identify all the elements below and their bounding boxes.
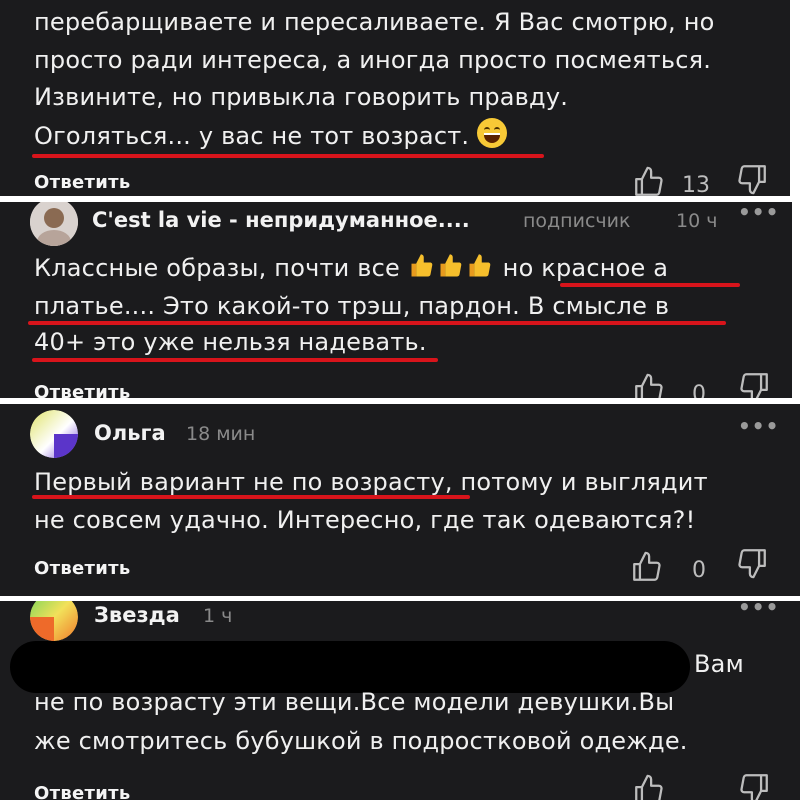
comment-time: 1 ч <box>203 605 233 627</box>
comment-text-line: не совсем удачно. Интересно, где так оде… <box>34 506 696 534</box>
comment-text-segment: Классные образы, почти все <box>34 254 400 282</box>
avatar-gradient-icon <box>30 410 78 458</box>
thumbs-up-icon[interactable] <box>632 165 666 196</box>
reply-button[interactable]: Ответить <box>34 172 131 193</box>
thumbs-down-icon[interactable] <box>737 370 771 398</box>
red-underline-annotation <box>560 283 740 287</box>
reply-button[interactable]: Ответить <box>34 558 131 579</box>
thumbs-up-icon[interactable] <box>630 550 664 584</box>
thumbs-up-icon[interactable] <box>632 773 666 800</box>
like-count: 0 <box>692 382 706 398</box>
comment-text-line: перебарщиваете и пересаливаете. Я Вас см… <box>34 8 715 36</box>
comment-card-3: Ольга 18 мин ••• Первый вариант не по во… <box>0 404 800 596</box>
reply-button[interactable]: Ответить <box>34 382 131 398</box>
comment-text-highlighted: Оголяться... у вас не тот возраст. <box>34 122 470 150</box>
more-dots-icon[interactable]: ••• <box>738 601 779 619</box>
comment-text-line: Вам <box>694 650 744 678</box>
comment-time: 18 мин <box>186 423 256 445</box>
comment-text-line: Извините, но привыкла говорить правду. <box>34 83 569 111</box>
like-count: 0 <box>692 558 706 583</box>
thumbs-up-icon[interactable] <box>632 372 666 398</box>
red-underline-annotation <box>32 154 544 158</box>
comment-card-1: перебарщиваете и пересаливаете. Я Вас см… <box>0 0 790 196</box>
avatar[interactable] <box>30 202 78 246</box>
like-count: 13 <box>682 173 710 196</box>
comment-card-4: Звезда 1 ч ••• Вам не по возрасту эти ве… <box>0 601 800 800</box>
thumbs-down-icon[interactable] <box>735 162 769 196</box>
red-underline-annotation <box>32 495 470 499</box>
comment-text-line: просто ради интереса, а иногда просто по… <box>34 46 712 74</box>
comment-text-line: 40+ это уже нельзя надевать. <box>34 328 427 356</box>
comment-text-line: Классные образы, почти все но красное а <box>34 252 668 285</box>
comment-time: 10 ч <box>676 210 718 232</box>
comment-text-line: не по возрасту эти вещи.Все модели девуш… <box>34 688 675 716</box>
avatar[interactable] <box>30 410 78 458</box>
more-dots-icon[interactable]: ••• <box>738 202 779 224</box>
red-underline-annotation <box>32 358 438 362</box>
comment-card-2: C'est la vie - непридуманное.... подписч… <box>0 202 792 398</box>
comment-text-line: же смотритесь бубушкой в подростковой од… <box>34 727 688 755</box>
comment-text-highlighted: но красное а <box>502 254 669 282</box>
thumbs-up-emoji-icon <box>411 254 433 277</box>
avatar-gradient-icon <box>30 601 78 641</box>
author-name[interactable]: Звезда <box>94 603 180 627</box>
reply-button[interactable]: Ответить <box>34 783 131 800</box>
comment-text-line: платье.... Это какой-то трэш, пардон. В … <box>34 292 670 320</box>
thumbs-up-emoji-icon <box>469 254 491 277</box>
thumbs-down-icon[interactable] <box>735 546 769 580</box>
subscriber-badge: подписчик <box>523 210 631 232</box>
red-underline-annotation <box>28 321 726 325</box>
avatar[interactable] <box>30 601 78 641</box>
grinning-face-emoji-icon <box>477 118 508 148</box>
more-dots-icon[interactable]: ••• <box>738 414 779 438</box>
thumbs-down-icon[interactable] <box>737 771 771 800</box>
author-name[interactable]: Ольга <box>94 421 166 445</box>
thumbs-up-emoji-icon <box>440 254 462 277</box>
author-name[interactable]: C'est la vie - непридуманное.... <box>92 208 470 232</box>
avatar-photo-icon <box>30 202 78 246</box>
comment-text-line: Оголяться... у вас не тот возраст. <box>34 118 508 153</box>
